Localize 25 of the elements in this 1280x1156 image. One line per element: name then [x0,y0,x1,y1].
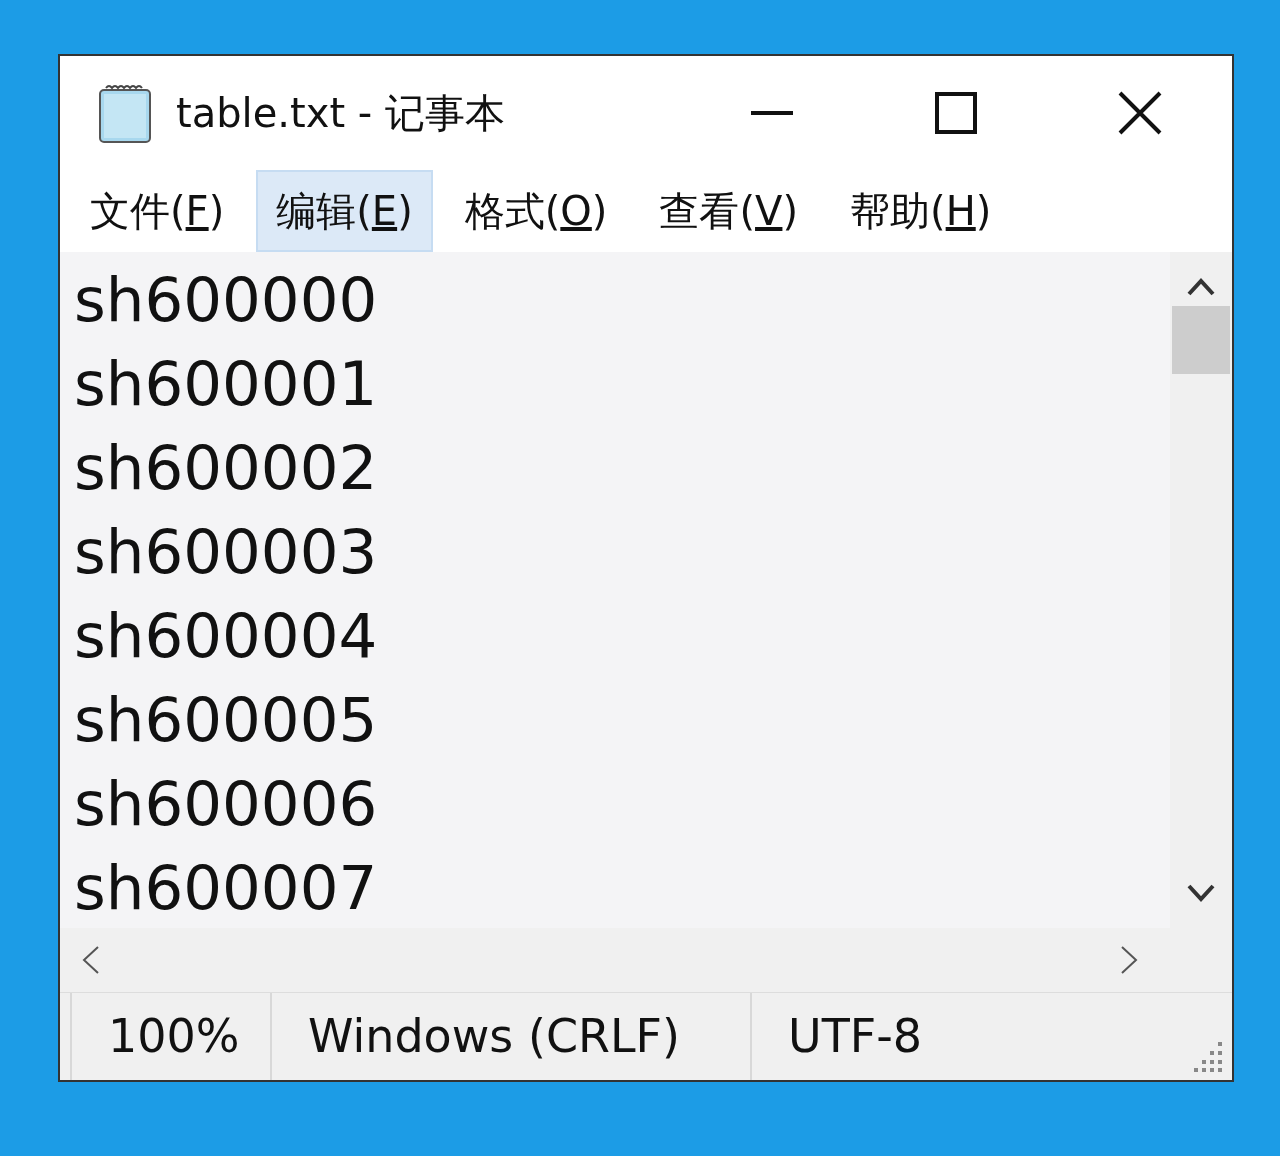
text-line: sh600001 [74,347,379,421]
text-line: sh600004 [74,599,379,673]
scrollbar-thumb[interactable] [1172,306,1230,374]
encoding: UTF-8 [750,993,1194,1080]
menu-item[interactable]: 文件(F) [70,170,245,252]
text-line: sh600005 [74,683,379,757]
close-icon[interactable] [1118,91,1162,135]
text-line: sh600003 [74,515,379,589]
zoom-level: 100% [70,993,270,1080]
menu-item[interactable]: 帮助(H) [830,170,1012,252]
menu-item[interactable]: 格式(O) [444,170,628,252]
scroll-left-icon[interactable] [80,945,100,975]
maximize-icon[interactable] [935,92,977,134]
text-line: sh600006 [74,767,379,841]
scroll-up-icon[interactable] [1186,276,1216,296]
text-line: sh600000 [74,263,379,337]
line-ending: Windows (CRLF) [270,993,750,1080]
menu-item[interactable]: 编辑(E) [256,170,433,252]
menu-item[interactable]: 查看(V) [639,170,819,252]
resize-grip-icon[interactable] [1194,1042,1224,1072]
scroll-down-icon[interactable] [1186,884,1216,904]
text-line: sh600002 [74,431,379,505]
text-line: sh600007 [74,851,379,925]
scroll-right-icon[interactable] [1120,945,1140,975]
window-title: table.txt - 记事本 [176,89,506,138]
